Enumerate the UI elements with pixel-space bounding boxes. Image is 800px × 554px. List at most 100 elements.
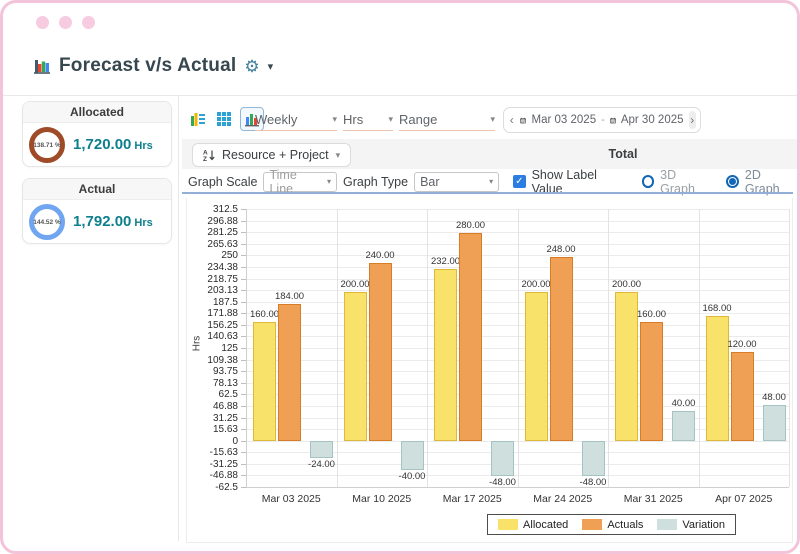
chevron-down-icon: ▾ bbox=[490, 114, 495, 124]
y-tick-label: 234.38 bbox=[207, 261, 238, 273]
bar-actuals bbox=[368, 262, 392, 441]
bar-allocated bbox=[705, 316, 729, 441]
column-separator bbox=[608, 209, 609, 487]
legend-item: Actuals bbox=[582, 519, 643, 531]
window-dot[interactable] bbox=[82, 16, 95, 29]
bar-actuals bbox=[278, 304, 301, 441]
y-tick-label: -31.25 bbox=[209, 458, 238, 470]
grouping-dropdown[interactable]: A Z Resource + Project ▾ bbox=[192, 143, 352, 167]
chevron-down-icon: ▾ bbox=[489, 177, 494, 186]
legend-label: Allocated bbox=[523, 518, 569, 531]
allocated-hours: 1,720.00 bbox=[73, 136, 132, 153]
bar-allocated bbox=[253, 322, 276, 441]
unit-select[interactable]: Hrs ▾ bbox=[343, 109, 393, 131]
legend-item: Allocated bbox=[498, 519, 568, 531]
next-period-button[interactable]: › bbox=[688, 111, 696, 129]
y-tick-label: -62.5 bbox=[215, 482, 238, 493]
chevron-down-icon: ▾ bbox=[335, 149, 341, 160]
bar-variation bbox=[581, 440, 605, 477]
legend-item: Variation bbox=[657, 519, 725, 531]
y-tick-label: 203.13 bbox=[207, 285, 238, 297]
radio-3d-graph[interactable] bbox=[641, 175, 655, 188]
date-separator: - bbox=[601, 114, 605, 126]
page-header: Forecast v/s Actual ⚙ ▾ bbox=[33, 55, 273, 77]
y-tick-label: 296.88 bbox=[207, 215, 238, 227]
column-separator bbox=[427, 209, 428, 487]
y-tick-label: 312.5 bbox=[212, 204, 238, 215]
bar-value-label: 248.00 bbox=[546, 243, 576, 255]
bar-variation bbox=[491, 440, 514, 477]
range-select[interactable]: Range ▾ bbox=[399, 109, 495, 131]
bar-actuals bbox=[549, 256, 573, 441]
actual-hours: 1,792.00 bbox=[73, 213, 132, 230]
sort-az-icon: A Z bbox=[203, 150, 215, 161]
graph-type-select[interactable]: Bar ▾ bbox=[414, 171, 500, 192]
window-dot[interactable] bbox=[36, 16, 49, 29]
bar-value-label: 40.00 bbox=[671, 398, 696, 409]
y-tick-label: 218.75 bbox=[207, 273, 238, 285]
forecast-actual-chart: Hrs 312.5 296.88 281.25 265.63 250 234.38 218.… bbox=[186, 198, 793, 543]
graph-type-label: Graph Type bbox=[342, 174, 409, 189]
bar-value-label: 48.00 bbox=[762, 392, 786, 404]
y-tick-label: 265.63 bbox=[207, 238, 238, 250]
allocated-unit: Hrs bbox=[134, 140, 153, 152]
y-axis-line bbox=[246, 209, 247, 487]
bar-value-label: 240.00 bbox=[365, 249, 395, 261]
legend-swatch bbox=[498, 519, 519, 530]
y-tick-label: 250 bbox=[221, 250, 238, 262]
y-tick-label: 78.13 bbox=[212, 377, 238, 389]
graph-scale-select[interactable]: Time Line ▾ bbox=[263, 168, 337, 196]
bar-value-label: 160.00 bbox=[636, 309, 667, 321]
actual-card-title: Actual bbox=[23, 179, 171, 200]
bar-value-label: -48.00 bbox=[579, 477, 607, 489]
y-tick-label: 125 bbox=[221, 343, 238, 354]
y-tick-label: 46.88 bbox=[212, 400, 238, 412]
chart-list-view-icon[interactable] bbox=[188, 109, 208, 129]
bar-variation bbox=[310, 440, 333, 459]
actual-unit: Hrs bbox=[134, 217, 153, 229]
calendar-icon bbox=[520, 117, 527, 123]
actual-percent: 144.52 % bbox=[33, 218, 61, 226]
bar-variation bbox=[400, 440, 424, 471]
bar-allocated bbox=[343, 292, 367, 441]
window-dot[interactable] bbox=[59, 16, 72, 29]
bar-value-label: -24.00 bbox=[308, 459, 335, 471]
caret-down-icon[interactable]: ▾ bbox=[268, 60, 274, 73]
column-separator bbox=[789, 209, 790, 487]
show-label-value-checkbox[interactable]: ✓ bbox=[513, 175, 526, 188]
bar-variation bbox=[672, 411, 695, 441]
bar-value-label: 184.00 bbox=[274, 291, 305, 303]
allocated-percent: 138.71 % bbox=[33, 141, 61, 149]
bar-value-label: -48.00 bbox=[489, 477, 516, 489]
period-select[interactable]: Weekly ▾ bbox=[255, 109, 337, 131]
x-tick-label: Mar 24 2025 bbox=[533, 493, 593, 505]
bar-chart-icon bbox=[34, 60, 50, 74]
bar-value-label: -40.00 bbox=[398, 471, 426, 483]
x-tick-label: Apr 07 2025 bbox=[715, 493, 773, 505]
allocated-card: Allocated 138.71 % 1,720.00 Hrs bbox=[22, 101, 172, 167]
legend-label: Variation bbox=[682, 518, 725, 531]
y-tick-label: 15.63 bbox=[212, 424, 238, 436]
total-column-header: Total bbox=[608, 147, 638, 161]
column-separator bbox=[336, 209, 338, 487]
y-tick-label: 281.25 bbox=[207, 227, 238, 239]
column-separator bbox=[517, 209, 519, 487]
actual-percent-ring: 144.52 % bbox=[29, 204, 65, 240]
start-date[interactable]: Mar 03 2025 bbox=[532, 114, 597, 126]
y-tick-label: 171.88 bbox=[207, 308, 238, 320]
y-tick-label: -15.63 bbox=[209, 447, 238, 459]
y-tick-label: -46.88 bbox=[209, 470, 238, 482]
allocated-percent-ring: 138.71 % bbox=[29, 127, 65, 163]
end-date[interactable]: Apr 30 2025 bbox=[621, 114, 684, 126]
prev-period-button[interactable]: ‹ bbox=[508, 111, 515, 129]
calendar-icon bbox=[609, 117, 616, 123]
bar-value-label: 120.00 bbox=[727, 338, 757, 350]
x-tick-label: Mar 10 2025 bbox=[352, 493, 412, 505]
radio-2d-graph[interactable] bbox=[726, 175, 739, 188]
grid-view-icon[interactable] bbox=[214, 109, 234, 129]
view-toggle-group bbox=[188, 107, 264, 131]
svg-text:Z: Z bbox=[203, 156, 207, 161]
column-separator bbox=[698, 209, 700, 487]
y-tick-label: 187.5 bbox=[212, 296, 238, 308]
gear-icon[interactable]: ⚙ bbox=[244, 58, 259, 75]
